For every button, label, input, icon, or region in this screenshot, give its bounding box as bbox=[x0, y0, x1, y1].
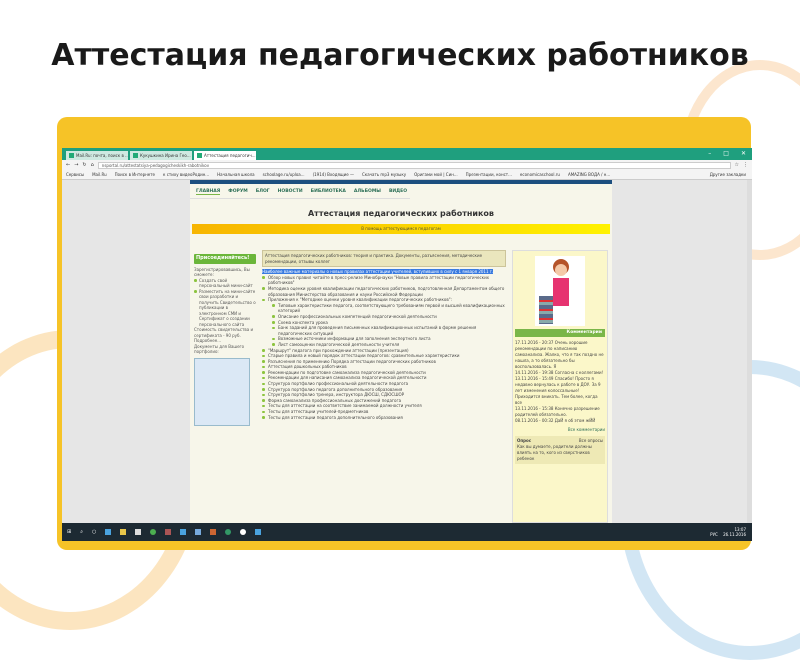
bookmark[interactable]: (1914) Входящие — bbox=[313, 170, 354, 179]
cost-text[interactable]: Стоимость свидетельства и сертификата - … bbox=[194, 327, 256, 344]
comments-header: Комментарии bbox=[515, 329, 605, 337]
app-icon[interactable] bbox=[225, 529, 232, 535]
app-icon[interactable] bbox=[195, 529, 202, 535]
app-icon[interactable] bbox=[165, 529, 172, 535]
menu-icon[interactable]: ⋮ bbox=[743, 162, 748, 168]
tab-bar: Mail.Ru: почта, поиск в ... Кукушкина Ир… bbox=[62, 148, 752, 160]
bookmark[interactable]: Оригами мой | Син... bbox=[414, 170, 458, 179]
star-icon[interactable]: ☆ bbox=[735, 162, 739, 168]
list-item[interactable]: Банк заданий для проведения письменных к… bbox=[272, 325, 506, 336]
web-page: ГЛАВНАЯ ФОРУМ БЛОГ НОВОСТИ БИБЛИОТЕКА АЛ… bbox=[190, 180, 612, 523]
browser-screenshot: Mail.Ru: почта, поиск в ... Кукушкина Ир… bbox=[62, 148, 752, 541]
docs-label: Документы для Вашего портфолио: bbox=[194, 343, 245, 355]
edge-icon[interactable] bbox=[105, 529, 112, 535]
nav-link[interactable]: АЛЬБОМЫ bbox=[354, 189, 381, 195]
list-item[interactable]: Тесты для аттестации педагога дополнител… bbox=[262, 415, 506, 421]
bookmarks-bar: Сервисы Mail.Ru Поиск в Интернете к стих… bbox=[62, 170, 752, 180]
back-icon[interactable]: ← bbox=[66, 162, 70, 168]
list-item[interactable]: Разместить на мини-сайте свои разработки… bbox=[194, 289, 256, 328]
browser-tab[interactable]: Кукушкина Ирина Гео... bbox=[130, 151, 192, 160]
nav-link[interactable]: БИБЛИОТЕКА bbox=[311, 189, 346, 195]
nav-link[interactable]: ФОРУМ bbox=[228, 189, 248, 195]
address-bar: ← → ↻ ⌂ nsportal.ru/attestatsiya-pedagogich… bbox=[62, 160, 752, 170]
teacher-illustration bbox=[535, 256, 585, 326]
url-input[interactable]: nsportal.ru/attestatsiya-pedagogicheskik… bbox=[97, 161, 731, 169]
poll-question: Как вы думаете, родители должны влиять н… bbox=[517, 444, 592, 461]
browser-tab[interactable]: Mail.Ru: почта, поиск в ... bbox=[66, 151, 128, 160]
home-icon[interactable]: ⌂ bbox=[91, 162, 94, 168]
windows-start-icon[interactable]: ⊞ bbox=[67, 529, 71, 535]
bookmark[interactable]: Mail.Ru bbox=[92, 170, 107, 179]
right-sidebar: Комментарии 17.11.2016 - 20:37 Очень хор… bbox=[512, 250, 608, 523]
list-item[interactable]: Методика оценки уровня квалификации педа… bbox=[262, 286, 506, 297]
bookmark[interactable]: Скачать mp3 музыку bbox=[362, 170, 406, 179]
window-controls: – □ ✕ bbox=[708, 148, 752, 160]
app-icon[interactable] bbox=[210, 529, 217, 535]
page-title: Аттестация педагогических работников bbox=[307, 209, 494, 218]
nav-link[interactable]: ВИДЕО bbox=[389, 189, 407, 195]
comment[interactable]: 13.11.2016 - 15:49 Спасибо! Просто я нед… bbox=[515, 376, 605, 406]
bookmark[interactable]: economicaschool.ru bbox=[520, 170, 560, 179]
certificate-image[interactable] bbox=[194, 357, 250, 426]
main-content: Аттестация педагогических работников: те… bbox=[262, 250, 506, 420]
comment[interactable]: 13.11.2016 - 15:38 Конечно разрешение ро… bbox=[515, 406, 605, 418]
bookmark[interactable]: к стиху видеоРодин... bbox=[163, 170, 209, 179]
language-indicator[interactable]: РУС bbox=[710, 532, 718, 537]
list-item[interactable]: Создать свой персональный мини-сайт bbox=[194, 278, 256, 289]
chrome-icon[interactable] bbox=[150, 529, 157, 535]
comment[interactable]: 08.11.2016 - 00:32 ДаЙ я об этом жЙЙ bbox=[515, 418, 605, 424]
bookmark[interactable]: Другие закладки bbox=[710, 170, 752, 179]
nav-link[interactable]: НОВОСТИ bbox=[278, 189, 303, 195]
nav-link[interactable]: БЛОГ bbox=[256, 189, 270, 195]
browser-tab-active[interactable]: Аттестация педагогич... bbox=[194, 151, 256, 160]
scrollbar[interactable] bbox=[747, 180, 752, 523]
all-comments-link[interactable]: Все комментарии bbox=[515, 427, 605, 433]
bookmark[interactable]: Поиск в Интернете bbox=[115, 170, 155, 179]
site-nav: ГЛАВНАЯ ФОРУМ БЛОГ НОВОСТИ БИБЛИОТЕКА АЛ… bbox=[190, 184, 410, 199]
bookmark[interactable]: Сервисы bbox=[66, 170, 84, 179]
close-icon[interactable]: ✕ bbox=[741, 148, 746, 160]
search-icon[interactable]: ⌕ bbox=[80, 529, 83, 535]
bookmark[interactable]: Начальная школа bbox=[217, 170, 254, 179]
slide-title: Аттестация педагогических работников bbox=[51, 38, 749, 73]
bookmark[interactable]: Презентации, конст... bbox=[466, 170, 512, 179]
minimize-icon[interactable]: – bbox=[708, 148, 711, 160]
store-icon[interactable] bbox=[135, 529, 142, 535]
forward-icon[interactable]: → bbox=[74, 162, 78, 168]
link-list: Обзор новых правил читайте в пресс-релиз… bbox=[262, 275, 506, 420]
taskbar: ⊞ ⌕ ○ РУС 13:07 26.11.2016 bbox=[62, 523, 752, 541]
explorer-icon[interactable] bbox=[120, 529, 127, 535]
system-tray: РУС 13:07 26.11.2016 bbox=[710, 527, 752, 537]
nav-link[interactable]: ГЛАВНАЯ bbox=[196, 189, 221, 195]
comment[interactable]: 17.11.2016 - 20:37 Очень хорошие рекомен… bbox=[515, 340, 605, 370]
left-sidebar: Присоединяйтесь! Зарегистрировавшись, Вы… bbox=[194, 254, 256, 426]
banner: В помощь аттестующимся педагогам bbox=[192, 224, 610, 234]
maximize-icon[interactable]: □ bbox=[723, 148, 729, 160]
clock-date[interactable]: 26.11.2016 bbox=[723, 532, 746, 537]
join-button[interactable]: Присоединяйтесь! bbox=[194, 254, 256, 264]
list-item[interactable]: Обзор новых правил читайте в пресс-релиз… bbox=[262, 275, 506, 286]
poll-box: Опрос Все опросы Как вы думаете, родители… bbox=[515, 436, 605, 464]
join-intro: Зарегистрировавшись, Вы сможете: bbox=[194, 266, 250, 278]
intro-box: Аттестация педагогических работников: те… bbox=[262, 250, 506, 268]
bookmark[interactable]: AMAZING ВОДА / н... bbox=[568, 170, 610, 179]
task-view-icon[interactable]: ○ bbox=[92, 529, 96, 535]
reload-icon[interactable]: ↻ bbox=[82, 162, 86, 168]
list-item[interactable]: Типовые характеристики педагога, соответ… bbox=[272, 303, 506, 314]
app-icon[interactable] bbox=[255, 529, 262, 535]
yandex-icon[interactable] bbox=[240, 529, 247, 535]
bookmark[interactable]: schoolage.ru/uploa... bbox=[263, 170, 305, 179]
app-icon[interactable] bbox=[180, 529, 187, 535]
